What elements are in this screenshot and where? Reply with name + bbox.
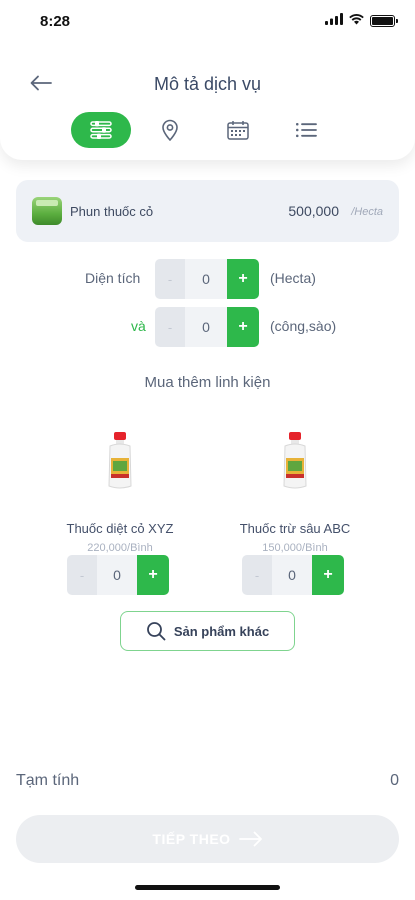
product-price: 150,000/Bình xyxy=(262,542,328,554)
product-name: Thuốc trừ sâu ABC xyxy=(239,521,351,536)
page-title: Mô tả dịch vụ xyxy=(153,74,262,94)
area-cong-stepper: - 0 + xyxy=(155,307,259,347)
area-label: Diện tích xyxy=(85,270,141,286)
step-tabs xyxy=(0,112,415,148)
subtotal-value: 0 xyxy=(390,772,399,789)
product-name: Thuốc diệt cỏ XYZ xyxy=(66,521,174,536)
list-icon xyxy=(296,123,317,138)
tab-location[interactable] xyxy=(140,112,200,148)
area-hecta-minus-button[interactable]: - xyxy=(155,259,185,299)
header: 8:28 Mô tả dịch vụ xyxy=(0,0,415,160)
product-card: Thuốc diệt cỏ XYZ 220,000/Bình - 0 + xyxy=(45,430,195,620)
status-time: 8:28 xyxy=(40,13,71,30)
and-label: và xyxy=(131,318,146,334)
next-button[interactable]: TIẾP THEO xyxy=(16,815,399,863)
pesticide-bottle-icon xyxy=(108,432,132,489)
product-minus-button[interactable]: - xyxy=(67,555,97,595)
arrow-right-icon xyxy=(238,831,262,847)
status-bar: 8:28 xyxy=(0,10,415,34)
sliders-icon xyxy=(90,121,112,139)
area-cong-plus-button[interactable]: + xyxy=(227,307,259,347)
area-cong-unit: (công,sào) xyxy=(270,318,337,334)
home-indicator xyxy=(135,885,280,890)
product-qty-stepper: - 0 + xyxy=(67,555,169,595)
service-price-unit: /Hecta xyxy=(351,206,383,218)
calendar-icon xyxy=(227,121,249,140)
area-hecta-plus-button[interactable]: + xyxy=(227,259,259,299)
wifi-icon xyxy=(349,14,364,25)
product-plus-button[interactable]: + xyxy=(137,555,169,595)
product-qty-value[interactable]: 0 xyxy=(272,555,312,595)
area-hecta-unit: (Hecta) xyxy=(270,270,316,286)
product-qty-value[interactable]: 0 xyxy=(97,555,137,595)
product-price: 220,000/Bình xyxy=(87,542,153,554)
area-cong-value[interactable]: 0 xyxy=(185,307,227,347)
service-thumbnail xyxy=(32,197,62,225)
pesticide-bottle-icon xyxy=(283,432,307,489)
accessories-title: Mua thêm linh kiện xyxy=(144,374,271,391)
product-card: Thuốc trừ sâu ABC 150,000/Bình - 0 + xyxy=(220,430,370,620)
area-hecta-value[interactable]: 0 xyxy=(185,259,227,299)
tab-summary[interactable] xyxy=(276,112,336,148)
product-minus-button[interactable]: - xyxy=(242,555,272,595)
product-plus-button[interactable]: + xyxy=(312,555,344,595)
service-name: Phun thuốc cỏ xyxy=(70,204,154,219)
area-cong-minus-button[interactable]: - xyxy=(155,307,185,347)
search-icon xyxy=(146,622,166,641)
more-products-label: Sản phẩm khác xyxy=(173,623,270,639)
area-hecta-stepper: - 0 + xyxy=(155,259,259,299)
service-price: 500,000 xyxy=(288,203,339,219)
signal-icon xyxy=(325,13,343,25)
next-button-label: TIẾP THEO xyxy=(152,831,231,847)
tab-schedule[interactable] xyxy=(208,112,268,148)
location-pin-icon xyxy=(162,119,178,141)
subtotal-label: Tạm tính xyxy=(16,772,80,789)
tab-details[interactable] xyxy=(71,112,131,148)
more-products-button[interactable]: Sản phẩm khác xyxy=(120,611,295,651)
battery-icon xyxy=(370,15,398,27)
service-card: Phun thuốc cỏ 500,000 /Hecta xyxy=(16,180,399,242)
product-qty-stepper: - 0 + xyxy=(242,555,344,595)
